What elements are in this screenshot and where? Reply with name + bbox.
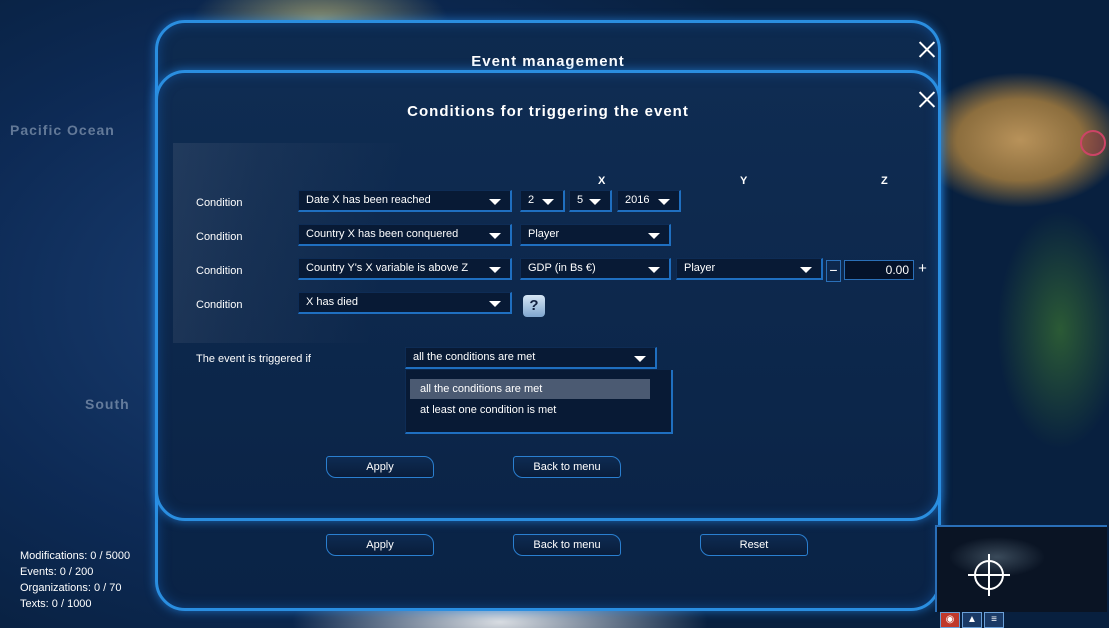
crosshair-icon[interactable] bbox=[968, 554, 1010, 596]
country-y-select[interactable]: Player bbox=[676, 258, 823, 280]
chevron-down-icon bbox=[589, 199, 601, 205]
condition-label: Condition bbox=[196, 231, 243, 243]
condition-label: Condition bbox=[196, 265, 243, 277]
outer-apply-button[interactable]: Apply bbox=[326, 534, 434, 556]
chevron-down-icon bbox=[800, 267, 812, 273]
select-value: Player bbox=[528, 228, 560, 240]
chevron-down-icon bbox=[648, 267, 660, 273]
select-value: Date X has been reached bbox=[306, 194, 431, 206]
option-all-conditions[interactable]: all the conditions are met bbox=[410, 379, 650, 399]
condition-type-select[interactable]: Country X has been conquered bbox=[298, 224, 512, 246]
day-select[interactable]: 2 bbox=[520, 190, 565, 212]
column-header-y: Y bbox=[740, 175, 748, 187]
column-header-x: X bbox=[598, 175, 606, 187]
chevron-down-icon bbox=[489, 301, 501, 307]
condition-type-select[interactable]: Country Y's X variable is above Z bbox=[298, 258, 512, 280]
layers-icon[interactable]: ≡ bbox=[984, 612, 1004, 628]
variable-select[interactable]: GDP (in Bs €) bbox=[520, 258, 671, 280]
increase-z-button[interactable]: + bbox=[916, 260, 929, 280]
option-at-least-one-condition[interactable]: at least one condition is met bbox=[410, 400, 650, 420]
conditions-panel: Conditions for triggering the event X Y … bbox=[155, 70, 941, 521]
chevron-down-icon bbox=[648, 233, 660, 239]
events-count: Events: 0 / 200 bbox=[20, 566, 94, 578]
reset-button[interactable]: Reset bbox=[700, 534, 808, 556]
select-value: Player bbox=[684, 262, 716, 274]
select-value: 2 bbox=[528, 194, 535, 206]
map-location-marker[interactable] bbox=[1080, 130, 1106, 156]
organizations-count: Organizations: 0 / 70 bbox=[20, 582, 122, 594]
year-select[interactable]: 2016 bbox=[617, 190, 681, 212]
conditions-title: Conditions for triggering the event bbox=[407, 103, 689, 120]
condition-type-select[interactable]: Date X has been reached bbox=[298, 190, 512, 212]
location-pin-icon[interactable]: ◉ bbox=[940, 612, 960, 628]
help-icon[interactable]: ? bbox=[523, 295, 545, 317]
map-label-pacific-ocean: Pacific Ocean bbox=[10, 122, 115, 138]
chevron-down-icon bbox=[489, 267, 501, 273]
close-conditions-icon[interactable] bbox=[918, 90, 936, 108]
chevron-down-icon bbox=[489, 199, 501, 205]
select-value: Country X has been conquered bbox=[306, 228, 459, 240]
column-header-z: Z bbox=[881, 175, 888, 187]
trigger-label: The event is triggered if bbox=[196, 353, 311, 365]
event-management-title: Event management bbox=[471, 53, 625, 70]
texts-count: Texts: 0 / 1000 bbox=[20, 598, 92, 610]
select-value: X has died bbox=[306, 296, 358, 308]
trigger-mode-select[interactable]: all the conditions are met bbox=[405, 347, 657, 369]
trigger-mode-options: all the conditions are met at least one … bbox=[405, 370, 673, 434]
condition-label: Condition bbox=[196, 197, 243, 209]
select-value: GDP (in Bs €) bbox=[528, 262, 596, 274]
modifications-count: Modifications: 0 / 5000 bbox=[20, 550, 131, 562]
select-value: 2016 bbox=[625, 194, 650, 206]
chevron-down-icon bbox=[634, 356, 646, 362]
back-to-menu-button[interactable]: Back to menu bbox=[513, 456, 621, 478]
select-value: 5 bbox=[577, 194, 584, 206]
condition-type-select[interactable]: X has died bbox=[298, 292, 512, 314]
minimap[interactable] bbox=[935, 525, 1107, 612]
decrease-z-button[interactable]: − bbox=[826, 260, 841, 282]
map-label-south: South bbox=[85, 396, 130, 412]
condition-label: Condition bbox=[196, 299, 243, 311]
apply-button[interactable]: Apply bbox=[326, 456, 434, 478]
select-value: Country Y's X variable is above Z bbox=[306, 262, 469, 274]
z-value-field[interactable]: 0.00 bbox=[844, 260, 914, 280]
chevron-down-icon bbox=[489, 233, 501, 239]
chevron-down-icon bbox=[658, 199, 670, 205]
month-select[interactable]: 5 bbox=[569, 190, 612, 212]
select-value: all the conditions are met bbox=[413, 351, 536, 363]
outer-back-to-menu-button[interactable]: Back to menu bbox=[513, 534, 621, 556]
close-event-management-icon[interactable] bbox=[918, 40, 936, 58]
country-select[interactable]: Player bbox=[520, 224, 671, 246]
chevron-down-icon bbox=[542, 199, 554, 205]
chart-icon[interactable]: ▲ bbox=[962, 612, 982, 628]
